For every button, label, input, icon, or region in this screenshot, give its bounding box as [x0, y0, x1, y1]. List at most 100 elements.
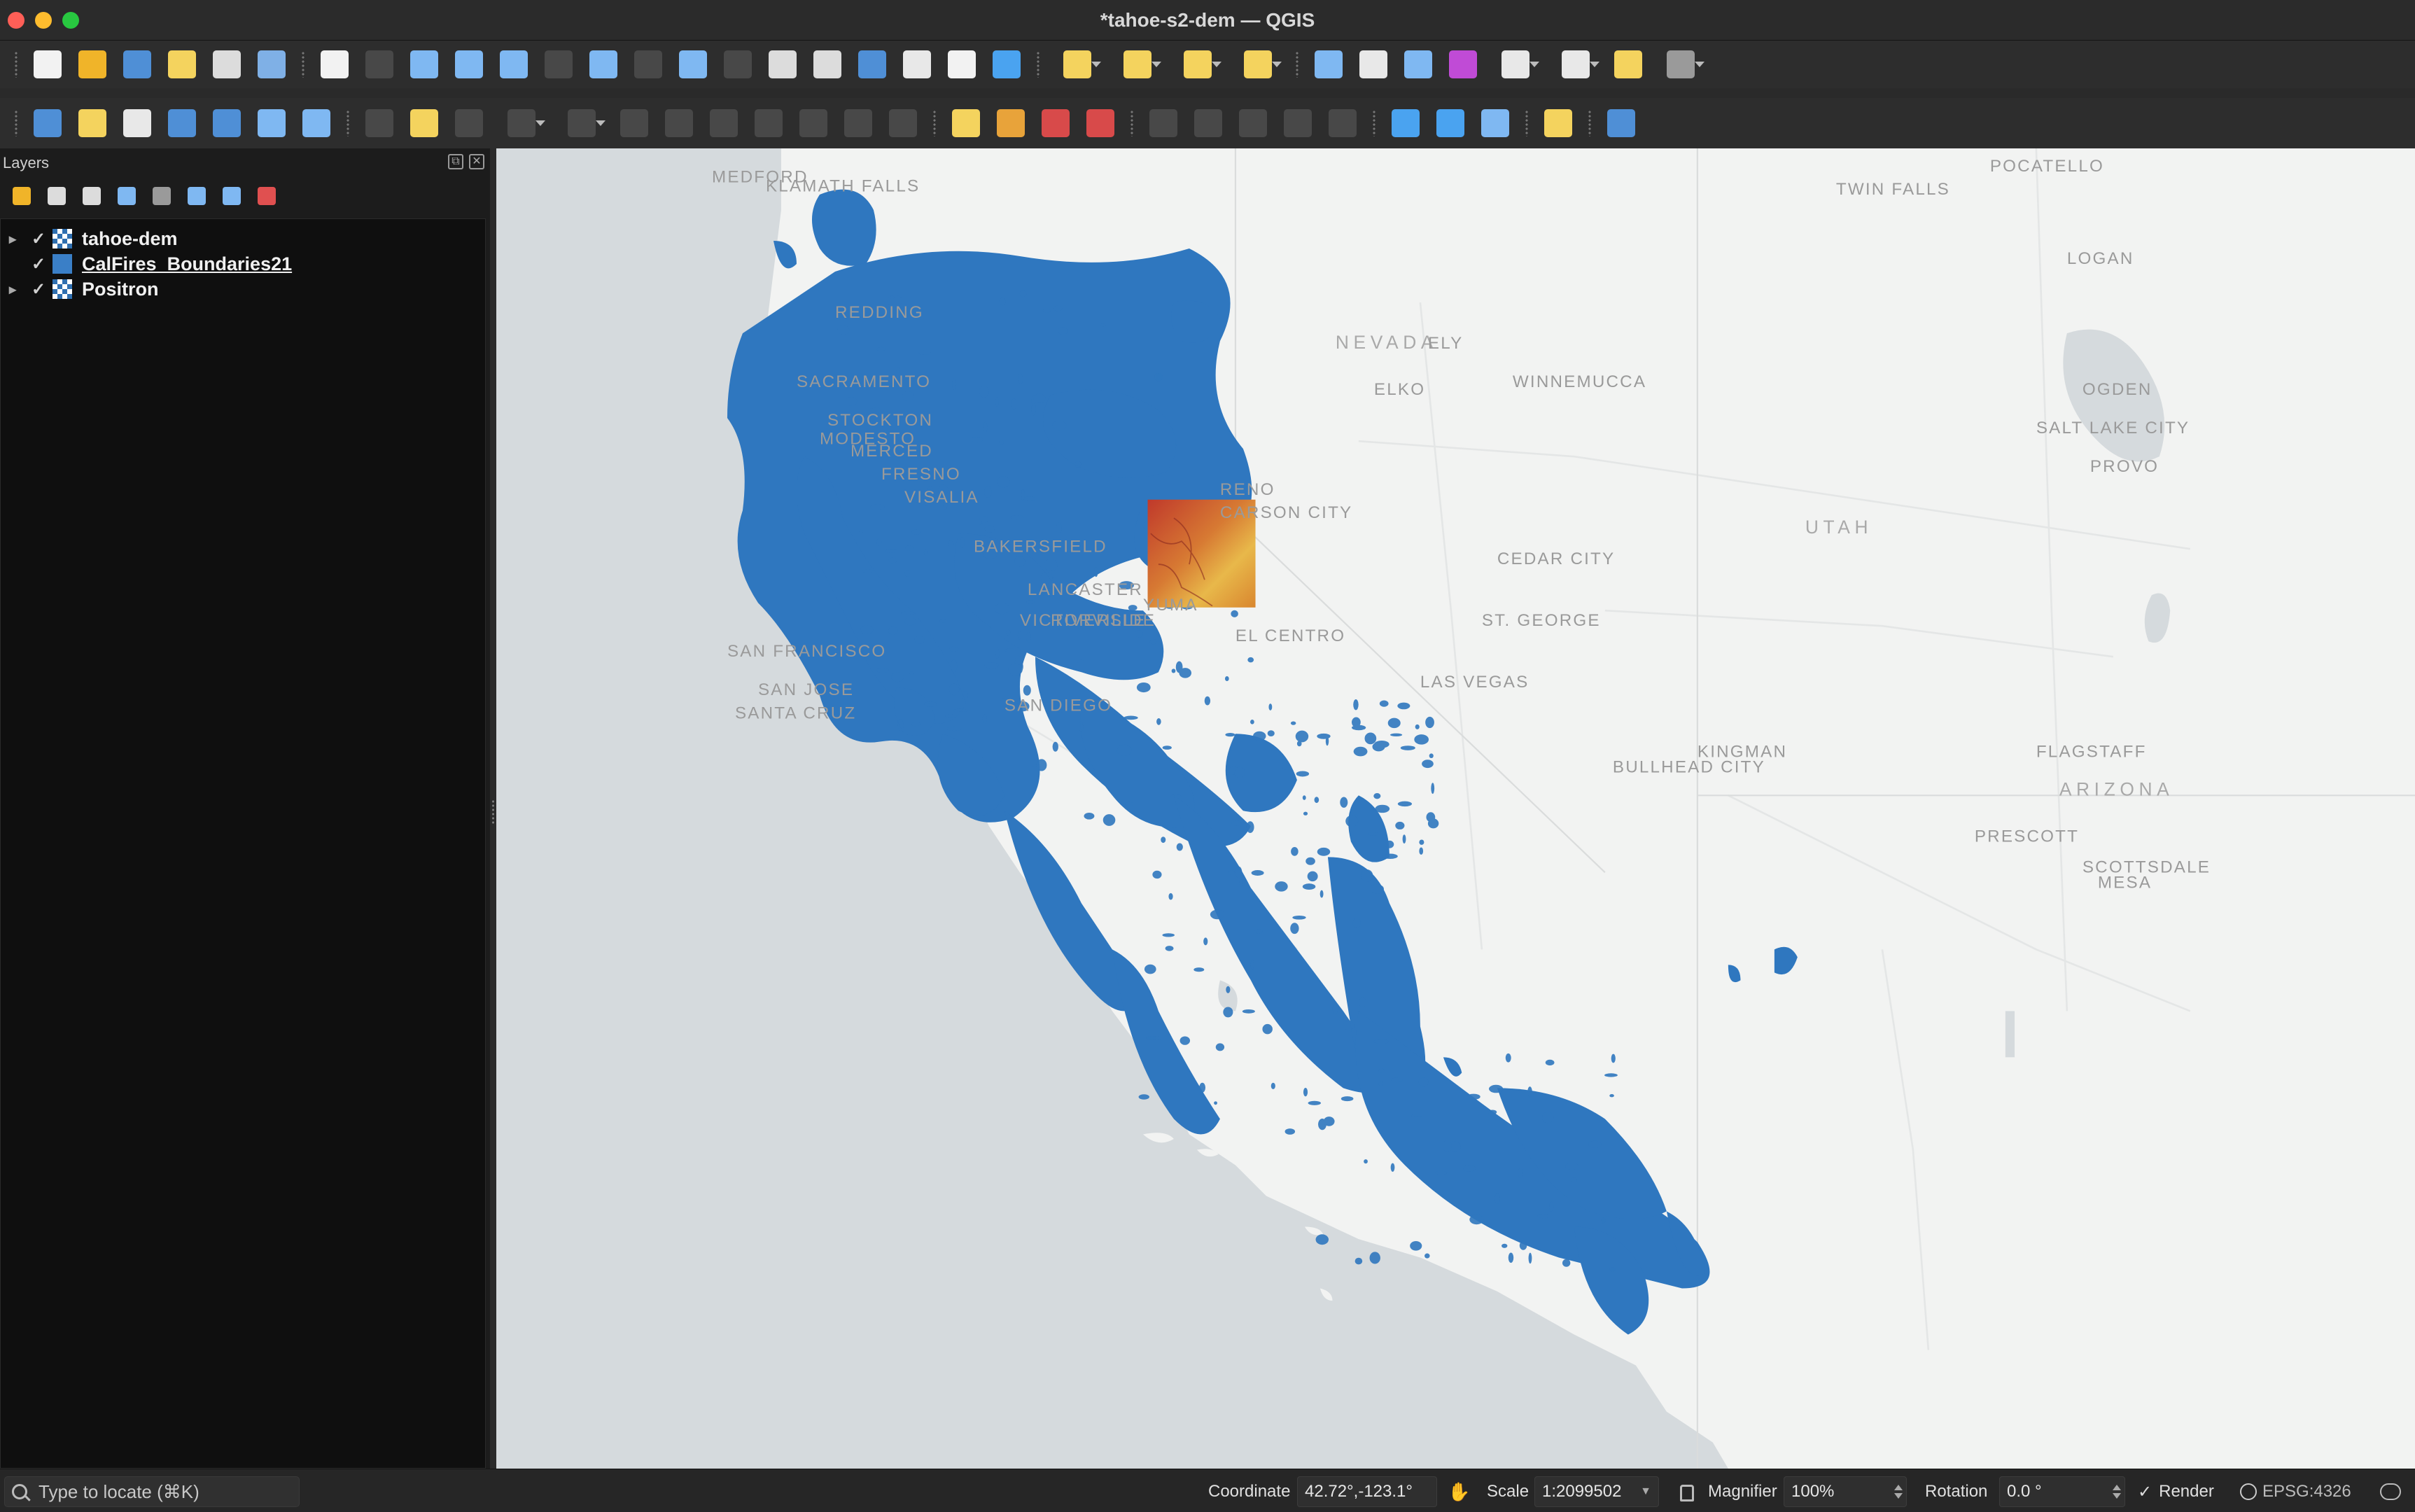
new-map-view-button[interactable]	[765, 46, 800, 83]
select-features-button[interactable]	[1052, 46, 1102, 83]
toolbar-handle[interactable]	[1295, 51, 1299, 78]
spin-arrows-icon[interactable]	[2109, 1476, 2124, 1507]
add-vector-button[interactable]	[299, 105, 334, 141]
messages-icon[interactable]	[2380, 1483, 2401, 1500]
panel-splitter[interactable]	[490, 148, 496, 1469]
chevron-down-icon[interactable]	[536, 120, 545, 126]
new-print-layout-button[interactable]	[164, 46, 200, 83]
layout-manager-button[interactable]	[209, 46, 244, 83]
collapse-all-icon[interactable]	[217, 182, 246, 210]
show-bookmarks-button[interactable]	[899, 46, 934, 83]
identify-features-button[interactable]	[1311, 46, 1346, 83]
redo-button[interactable]	[886, 105, 920, 141]
filter-by-expression-icon[interactable]	[147, 182, 176, 210]
chevron-down-icon[interactable]	[596, 120, 606, 126]
chevron-down-icon[interactable]	[1272, 62, 1282, 67]
rotation-spinbox[interactable]: 0.0 °	[1999, 1476, 2125, 1507]
help-button[interactable]	[1604, 105, 1639, 141]
save-project-button[interactable]	[120, 46, 155, 83]
toolbar-handle[interactable]	[932, 110, 937, 136]
toolbar-handle[interactable]	[1130, 110, 1134, 136]
expand-all-icon[interactable]	[182, 182, 211, 210]
add-raster-button[interactable]	[254, 105, 289, 141]
chevron-down-icon[interactable]	[1590, 62, 1600, 67]
toolbar-handle[interactable]	[301, 51, 305, 78]
map-canvas[interactable]: MEDFORD KLAMATH FALLS REDDING SACRAMENTO STO…	[496, 148, 2415, 1469]
data-source-manager-button[interactable]	[30, 105, 65, 141]
new-3d-map-view-button[interactable]	[810, 46, 845, 83]
pin-label-button[interactable]	[1280, 105, 1315, 141]
toolbar-handle[interactable]	[1372, 110, 1376, 136]
expand-arrow-icon[interactable]: ▸	[1, 281, 24, 298]
layer-row[interactable]: ✓ CalFires_Boundaries21	[1, 251, 485, 276]
new-bookmark-button[interactable]	[855, 46, 890, 83]
refresh-button[interactable]	[989, 46, 1024, 83]
chevron-down-icon[interactable]	[1695, 62, 1704, 67]
toolbar-handle[interactable]	[1588, 110, 1592, 136]
magnifier-spinbox[interactable]: 100%	[1784, 1476, 1907, 1507]
show-hide-labels-button[interactable]	[1325, 105, 1360, 141]
toggle-extents-icon[interactable]: ✋	[1448, 1481, 1470, 1503]
settings-button[interactable]	[1656, 46, 1706, 83]
filter-legend-icon[interactable]	[112, 182, 141, 210]
map-tips-button[interactable]	[1611, 46, 1646, 83]
toggle-labels-button[interactable]	[1083, 105, 1118, 141]
paste-features-button[interactable]	[796, 105, 831, 141]
new-project-button[interactable]	[30, 46, 65, 83]
toolbar-handle[interactable]	[14, 110, 18, 136]
zoom-last-button[interactable]	[676, 46, 710, 83]
zoom-in-button[interactable]	[407, 46, 442, 83]
float-panel-icon[interactable]: ⧉	[448, 154, 463, 169]
remove-layer-icon[interactable]	[252, 182, 281, 210]
layer-visibility-checkbox[interactable]: ✓	[24, 229, 52, 249]
locator-search-bar[interactable]: Type to locate (⌘K)	[4, 1476, 300, 1507]
copy-features-button[interactable]	[751, 105, 786, 141]
toolbar-handle[interactable]	[346, 110, 350, 136]
expand-arrow-icon[interactable]: ▸	[1, 230, 24, 248]
deselect-features-button[interactable]	[1172, 46, 1223, 83]
wms-layer-button[interactable]	[1388, 105, 1423, 141]
coordinate-field[interactable]: 42.72°,-123.1°	[1297, 1476, 1437, 1507]
toolbox-button[interactable]	[1401, 46, 1436, 83]
open-attribute-table-button[interactable]	[1356, 46, 1391, 83]
measure-line-button[interactable]	[1550, 46, 1601, 83]
move-label-button[interactable]	[1146, 105, 1181, 141]
vertex-tool-button[interactable]	[556, 105, 607, 141]
digitize-button[interactable]	[164, 105, 200, 141]
metasearch-button[interactable]	[1478, 105, 1513, 141]
toolbar-handle[interactable]	[1036, 51, 1040, 78]
add-layer-button[interactable]	[209, 105, 244, 141]
chevron-down-icon[interactable]	[1152, 62, 1161, 67]
layer-visibility-checkbox[interactable]: ✓	[24, 254, 52, 274]
undo-button[interactable]	[841, 105, 876, 141]
diagram-tool-button[interactable]	[993, 105, 1028, 141]
label-tool-button[interactable]	[948, 105, 983, 141]
modify-attributes-button[interactable]	[617, 105, 652, 141]
open-layer-styling-icon[interactable]	[7, 182, 36, 210]
zoom-next-button[interactable]	[720, 46, 755, 83]
add-group-icon[interactable]	[42, 182, 71, 210]
toggle-editing-button[interactable]	[407, 105, 442, 141]
chevron-down-icon[interactable]	[1530, 62, 1539, 67]
wfs-layer-button[interactable]	[1433, 105, 1468, 141]
cut-features-button[interactable]	[706, 105, 741, 141]
crs-button[interactable]: EPSG:4326	[2262, 1482, 2351, 1502]
python-console-button[interactable]	[1541, 105, 1576, 141]
toolbar-handle[interactable]	[1525, 110, 1529, 136]
toolbar-handle[interactable]	[14, 51, 18, 78]
new-geopackage-layer-button[interactable]	[75, 105, 110, 141]
zoom-out-button[interactable]	[451, 46, 486, 83]
pan-to-selection-button[interactable]	[362, 46, 397, 83]
zoom-native-button[interactable]	[631, 46, 666, 83]
zoom-full-button[interactable]	[496, 46, 531, 83]
style-manager-button[interactable]	[254, 46, 289, 83]
chevron-down-icon[interactable]	[1212, 62, 1222, 67]
layer-row[interactable]: ▸ ✓ tahoe-dem	[1, 226, 485, 251]
current-edits-button[interactable]	[362, 105, 397, 141]
new-temporary-layer-button[interactable]	[120, 105, 155, 141]
chevron-down-icon[interactable]	[1091, 62, 1101, 67]
close-panel-icon[interactable]: ✕	[469, 154, 484, 169]
layer-row[interactable]: ▸ ✓ Positron	[1, 276, 485, 302]
temporal-controller-button[interactable]	[944, 46, 979, 83]
open-project-button[interactable]	[75, 46, 110, 83]
